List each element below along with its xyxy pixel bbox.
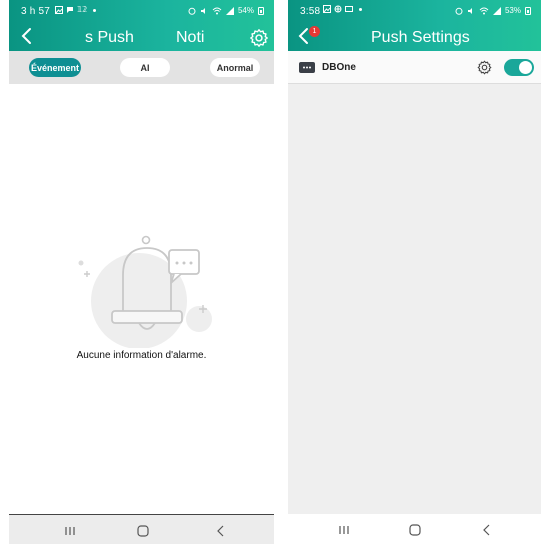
page-title-part1: s Push <box>85 29 134 46</box>
app-header: 3:58 53% 1 Push Settings <box>288 0 541 51</box>
home-button[interactable] <box>135 523 151 539</box>
filter-tabs: Événement AI Anormal <box>9 51 274 84</box>
status-extra-text: 𝟙𝟚 <box>77 5 88 14</box>
mute-icon <box>200 8 205 14</box>
gallery-notification-icon <box>323 5 331 13</box>
recent-apps-icon <box>339 526 349 534</box>
recent-apps-button[interactable] <box>336 522 352 538</box>
status-left-icons <box>323 5 362 13</box>
home-icon <box>137 525 149 537</box>
gear-icon <box>250 29 268 47</box>
signal-icon <box>492 7 501 15</box>
screen-notification-icon <box>345 6 353 12</box>
empty-state-message: Aucune information d'alarme. <box>76 350 207 361</box>
status-right-icons: 54% <box>188 6 264 16</box>
app-notification-icon <box>334 5 342 13</box>
nav-back-icon <box>483 524 490 536</box>
app-header: 3 h 57 𝟙𝟚 54% s Push Noti <box>9 0 274 51</box>
status-bar: 3:58 53% <box>288 0 541 22</box>
home-icon <box>409 524 421 536</box>
push-toggle[interactable] <box>504 59 534 76</box>
empty-state-illustration <box>78 235 212 348</box>
status-right-icons: 53% <box>455 6 531 16</box>
message-notification-icon <box>67 7 73 13</box>
status-left-icons: 𝟙𝟚 <box>55 5 97 15</box>
home-button[interactable] <box>407 522 423 538</box>
battery-percent: 54% <box>237 6 254 15</box>
device-row[interactable]: DBOne <box>288 51 541 84</box>
alarm-icon <box>455 7 463 15</box>
chat-bubble-icon <box>168 249 200 284</box>
signal-icon <box>225 7 234 15</box>
notification-badge: 1 <box>309 26 320 37</box>
filter-chip-ai[interactable]: AI <box>120 58 170 77</box>
system-nav-bar <box>9 514 274 544</box>
nav-back-icon <box>217 525 224 537</box>
settings-button[interactable] <box>248 27 270 49</box>
status-dot-icon <box>359 7 362 11</box>
recent-apps-icon <box>65 527 75 535</box>
system-back-button[interactable] <box>213 523 229 539</box>
page-title: Push Settings <box>371 29 470 46</box>
battery-icon <box>258 7 264 15</box>
battery-icon <box>525 7 531 15</box>
wifi-icon <box>212 7 222 15</box>
back-button[interactable] <box>15 23 39 49</box>
gear-icon <box>477 60 492 75</box>
device-name: DBOne <box>322 62 356 73</box>
push-settings-screen: 3:58 53% 1 Push Settings DBOne <box>288 0 541 544</box>
status-time: 3:58 <box>300 6 321 17</box>
filter-chip-event[interactable]: Événement <box>29 58 81 77</box>
alarm-icon <box>188 7 196 15</box>
toggle-knob <box>519 61 532 74</box>
device-settings-button[interactable] <box>476 59 493 76</box>
page-title-part2: Noti <box>176 29 205 46</box>
wifi-icon <box>479 7 489 15</box>
mute-icon <box>467 8 472 14</box>
status-time: 3 h 57 <box>21 6 51 17</box>
filter-chip-abnormal[interactable]: Anormal <box>210 58 260 77</box>
status-bar: 3 h 57 𝟙𝟚 54% <box>9 0 274 22</box>
recent-apps-button[interactable] <box>62 523 78 539</box>
camera-device-icon <box>299 62 315 73</box>
system-nav-bar <box>288 514 541 544</box>
gallery-notification-icon <box>55 6 63 14</box>
status-dot-icon <box>93 8 97 12</box>
system-back-button[interactable] <box>479 522 495 538</box>
battery-percent: 53% <box>504 6 521 15</box>
notifications-screen: 3 h 57 𝟙𝟚 54% s Push Noti Événement AI A… <box>9 0 274 544</box>
back-arrow-icon <box>21 28 31 44</box>
